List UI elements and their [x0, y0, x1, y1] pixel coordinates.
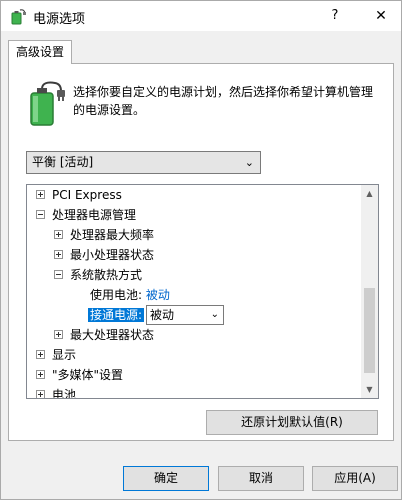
tree-item-max-state[interactable]: 最大处理器状态 [54, 325, 154, 345]
expand-plus-icon[interactable] [36, 190, 45, 199]
expand-plus-icon[interactable] [54, 230, 63, 239]
scroll-thumb[interactable] [364, 288, 375, 373]
tree-item-display[interactable]: 显示 [36, 345, 76, 365]
power-options-dialog: 电源选项 ? ✕ 高级设置 选择你要自定义的电源计划，然后选择你希望计算机管理的… [0, 0, 402, 500]
collapse-minus-icon[interactable] [36, 210, 45, 219]
expand-plus-icon[interactable] [54, 330, 63, 339]
close-button[interactable]: ✕ [369, 5, 393, 27]
plan-description: 选择你要自定义的电源计划，然后选择你希望计算机管理的电源设置。 [73, 85, 374, 117]
tab-advanced-settings[interactable]: 高级设置 [8, 40, 72, 64]
expand-plus-icon[interactable] [36, 350, 45, 359]
on-battery-label: 使用电池: [90, 288, 143, 302]
plugged-in-label: 接通电源: [88, 308, 145, 322]
expand-plus-icon[interactable] [54, 250, 63, 259]
power-settings-tree[interactable]: PCI Express 处理器电源管理 处理器最大频率 最小处理器状态 系统散热… [26, 184, 379, 399]
battery-plug-icon [25, 79, 67, 127]
tree-item-min-state[interactable]: 最小处理器状态 [54, 245, 154, 265]
window-title: 电源选项 [33, 12, 86, 27]
power-plan-select[interactable]: 平衡 [活动] ⌄ [26, 151, 261, 174]
chevron-down-icon: ⌄ [210, 309, 220, 320]
tree-item-battery[interactable]: 电池 [36, 385, 76, 398]
collapse-minus-icon[interactable] [54, 270, 63, 279]
scroll-down-arrow-icon[interactable]: ▼ [361, 381, 378, 398]
expand-plus-icon[interactable] [36, 370, 45, 379]
apply-button[interactable]: 应用(A) [312, 466, 398, 491]
expand-plus-icon[interactable] [36, 390, 45, 398]
tree-item-processor-power[interactable]: 处理器电源管理 [36, 205, 136, 225]
plugged-in-select[interactable]: 被动 ⌄ [146, 305, 225, 325]
tree-item-pci-express[interactable]: PCI Express [36, 185, 122, 205]
ok-button[interactable]: 确定 [123, 466, 209, 491]
tree-item-multimedia[interactable]: "多媒体"设置 [36, 365, 123, 385]
power-plan-value: 平衡 [活动] [32, 155, 94, 169]
tree-item-plugged-in[interactable]: 接通电源: 被动 ⌄ [88, 305, 225, 325]
tree-item-cooling-policy[interactable]: 系统散热方式 [54, 265, 142, 285]
tree-scrollbar[interactable]: ▲ ▼ [361, 185, 378, 398]
title-bar: 电源选项 ? ✕ [1, 1, 401, 31]
cancel-button[interactable]: 取消 [218, 466, 304, 491]
restore-defaults-button[interactable]: 还原计划默认值(R) [206, 410, 378, 435]
tree-item-max-frequency[interactable]: 处理器最大频率 [54, 225, 154, 245]
tree-item-on-battery[interactable]: 使用电池: 被动 [90, 285, 170, 305]
power-options-icon [9, 7, 27, 25]
on-battery-value-link[interactable]: 被动 [146, 288, 170, 302]
chevron-down-icon: ⌄ [244, 156, 254, 169]
help-button[interactable]: ? [323, 5, 347, 27]
scroll-up-arrow-icon[interactable]: ▲ [361, 185, 378, 202]
